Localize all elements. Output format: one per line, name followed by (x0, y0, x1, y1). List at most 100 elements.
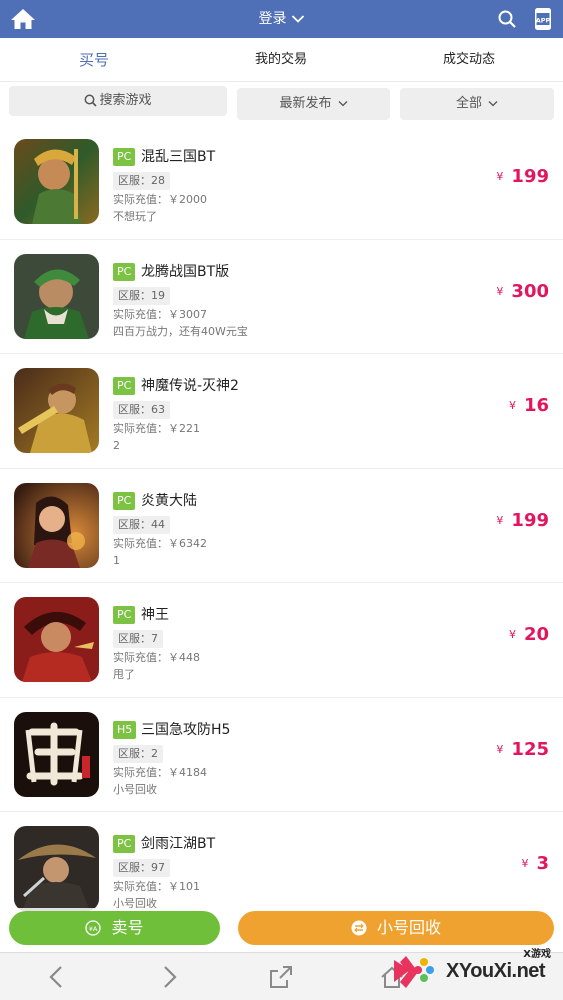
seller-note: 1 (113, 553, 120, 567)
game-name: 剑雨江湖BT (141, 836, 216, 852)
price: ¥199 (496, 509, 549, 533)
recycle-label: 小号回收 (376, 918, 441, 937)
recharge-amount: 实际充值：￥448 (113, 651, 200, 664)
heroine-portrait-icon (14, 482, 99, 568)
svg-text:¥A: ¥A (89, 925, 98, 933)
sell-label: 卖号 (111, 918, 144, 937)
price-value: 3 (536, 853, 549, 874)
currency-symbol: ¥ (496, 284, 504, 298)
page: 登录 APP 买号 我的交易 成交动态 搜索游戏 最新发布 全部 PC 混乱三国… (0, 0, 563, 1000)
platform-tag: PC (113, 491, 136, 510)
warrior-green-gold-icon (14, 139, 99, 224)
recharge-amount: 实际充值：￥221 (113, 422, 200, 435)
platform-tag: PC (113, 606, 136, 624)
price: ¥20 (509, 623, 549, 647)
sanguo-calligraphy-icon (14, 711, 99, 797)
platform-tag: PC (113, 262, 136, 281)
list-item[interactable]: PC 神王 区服：7 实际充值：￥448 甩了 ¥20 (0, 583, 563, 698)
price-value: 20 (523, 624, 549, 645)
sell-account-button[interactable]: ¥A 卖号 (9, 911, 220, 945)
game-name: 三国急攻防H5 (141, 721, 231, 738)
server-badge: 区服：63 (113, 401, 170, 419)
price: ¥16 (509, 394, 549, 418)
sort-label: 最新发布 (279, 96, 332, 111)
share-icon[interactable] (267, 963, 295, 991)
app-download-icon[interactable]: APP (533, 7, 553, 31)
price: ¥199 (496, 165, 549, 189)
currency-symbol: ¥ (508, 399, 516, 412)
site-watermark: X游戏 XYouXi.net (388, 942, 563, 1000)
list-item[interactable]: PC 龙腾战国BT版 区服：19 实际充值：￥3007 四百万战力，还有40W元… (0, 240, 563, 354)
search-icon[interactable] (497, 9, 517, 29)
watermark-small-text: X游戏 (523, 949, 551, 960)
forward-icon[interactable] (155, 963, 183, 991)
game-name: 龙腾战国BT版 (141, 263, 230, 280)
game-search-input[interactable]: 搜索游戏 (9, 86, 227, 116)
currency-symbol: ¥ (496, 742, 504, 756)
tab-buy-account[interactable]: 买号 (44, 38, 144, 82)
server-badge: 区服：28 (113, 172, 170, 190)
recharge-amount: 实际充值：￥2000 (113, 193, 207, 206)
seller-note: 甩了 (113, 668, 135, 681)
price: ¥300 (496, 280, 549, 304)
login-label: 登录 (258, 11, 287, 27)
sort-dropdown[interactable]: 最新发布 (237, 88, 390, 120)
seller-note: 不想玩了 (113, 210, 157, 223)
seller-note: 小号回收 (113, 782, 157, 796)
game-name: 神魔传说-灭神2 (141, 378, 239, 394)
recharge-amount: 实际充值：￥3007 (113, 307, 207, 321)
category-dropdown[interactable]: 全部 (400, 88, 554, 120)
platform-tag: PC (113, 835, 136, 853)
list-item[interactable]: H5 三国急攻防H5 区服：2 实际充值：￥4184 小号回收 ¥125 (0, 698, 563, 812)
seller-note: 四百万战力，还有40W元宝 (113, 324, 248, 338)
header-bar: 登录 APP (0, 0, 563, 38)
back-icon[interactable] (43, 963, 71, 991)
platform-tag: PC (113, 148, 136, 166)
server-badge: 区服：97 (113, 859, 170, 877)
sell-icon: ¥A (85, 919, 102, 936)
filter-bar: 搜索游戏 最新发布 全部 (0, 82, 563, 130)
chevron-down-icon (338, 101, 347, 107)
platform-tag: H5 (113, 720, 137, 739)
category-label: 全部 (455, 96, 482, 111)
seller-note: 2 (113, 439, 120, 452)
list-item[interactable]: PC 炎黄大陆 区服：44 实际充值：￥6342 1 ¥199 (0, 469, 563, 583)
golden-armor-warrior-icon (14, 368, 99, 453)
general-green-helmet-icon (14, 253, 99, 339)
red-god-king-icon (14, 597, 99, 682)
tab-my-trades[interactable]: 我的交易 (231, 38, 331, 82)
server-badge: 区服：19 (113, 286, 170, 305)
recycle-account-button[interactable]: 小号回收 (238, 911, 554, 945)
gamepad-logo (394, 956, 434, 988)
tab-bar: 买号 我的交易 成交动态 (0, 38, 563, 82)
platform-tag: PC (113, 377, 136, 395)
price-value: 300 (511, 280, 549, 302)
game-name: 混乱三国BT (141, 149, 216, 165)
recharge-amount: 实际充值：￥101 (113, 880, 200, 893)
recharge-amount: 实际充值：￥4184 (113, 765, 207, 779)
currency-symbol: ¥ (496, 170, 504, 183)
game-name: 炎黄大陆 (141, 492, 197, 509)
price: ¥125 (496, 738, 549, 762)
list-item[interactable]: PC 神魔传说-灭神2 区服：63 实际充值：￥221 2 ¥16 (0, 354, 563, 469)
currency-symbol: ¥ (521, 857, 529, 870)
price-value: 125 (511, 738, 549, 760)
price-value: 199 (511, 509, 549, 531)
server-badge: 区服：7 (113, 630, 163, 648)
search-placeholder: 搜索游戏 (99, 93, 152, 108)
server-badge: 区服：44 (113, 515, 170, 534)
chevron-down-icon (291, 15, 304, 23)
login-dropdown[interactable]: 登录 (0, 0, 563, 38)
currency-symbol: ¥ (508, 628, 516, 641)
account-list: PC 混乱三国BT 区服：28 实际充值：￥2000 不想玩了 ¥199 PC … (0, 125, 563, 927)
tab-deal-feed[interactable]: 成交动态 (419, 38, 519, 82)
search-icon (85, 94, 98, 107)
server-badge: 区服：2 (113, 744, 163, 763)
recharge-amount: 实际充值：￥6342 (113, 536, 207, 550)
game-name: 神王 (141, 607, 169, 623)
app-badge-text: APP (536, 17, 551, 25)
watermark-domain: XYouXi.net (446, 960, 546, 982)
list-item[interactable]: PC 混乱三国BT 区服：28 实际充值：￥2000 不想玩了 ¥199 (0, 125, 563, 240)
chevron-down-icon (488, 101, 498, 107)
price-value: 16 (523, 395, 549, 416)
